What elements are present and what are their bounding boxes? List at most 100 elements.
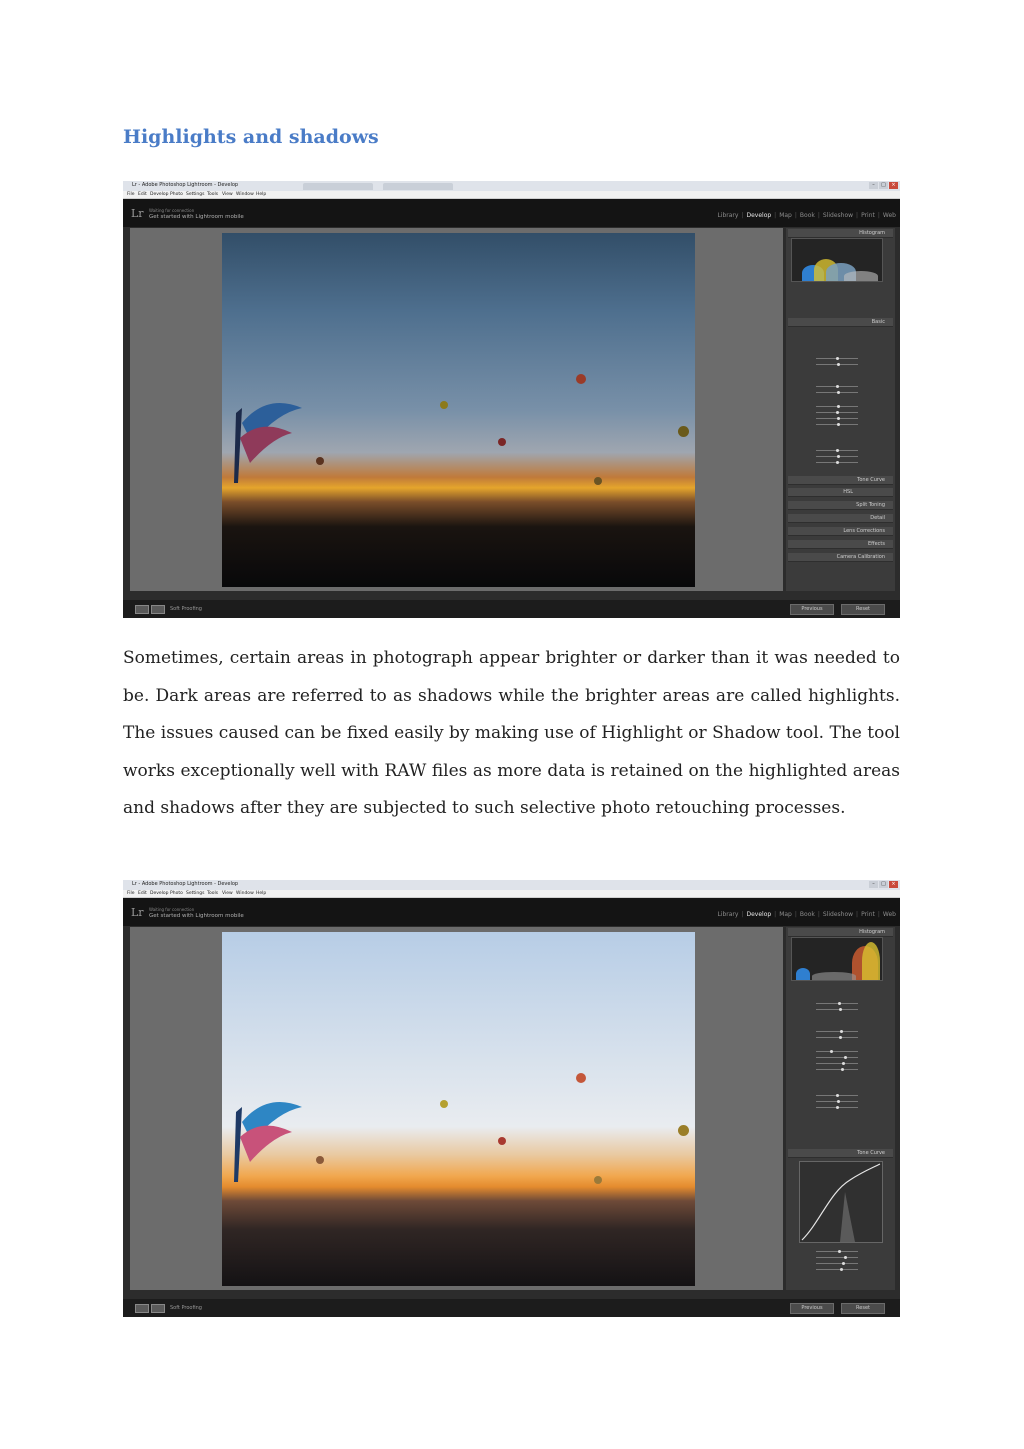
balloon-4	[678, 426, 689, 437]
sunset-photo-adjusted	[222, 932, 695, 1286]
menu-view[interactable]: View	[222, 191, 233, 198]
maximize-icon[interactable]: □	[879, 881, 888, 888]
body-paragraph: Sometimes, certain areas in photograph a…	[123, 648, 900, 818]
loupe-view-icon[interactable]	[135, 605, 149, 614]
previous-button[interactable]: Previous	[790, 604, 834, 615]
mobile-prompt[interactable]: Get started with Lightroom mobile	[149, 913, 244, 919]
photo-workspace	[130, 228, 783, 591]
menu-photo[interactable]: Photo	[170, 890, 183, 897]
balloon-2	[440, 1100, 448, 1108]
module-picker: Library | Develop | Map | Book | Slideshow | Print…	[717, 212, 896, 219]
module-book[interactable]: Book	[800, 212, 815, 219]
effects-panel-header[interactable]: Effects	[788, 540, 893, 549]
tone-curve-line	[801, 1163, 881, 1242]
menu-file[interactable]: File	[127, 890, 135, 897]
menu-develop[interactable]: Develop	[150, 191, 169, 198]
camera-calibration-panel-header[interactable]: Camera Calibration	[788, 553, 893, 562]
module-slideshow[interactable]: Slideshow	[823, 911, 853, 918]
tone-curve-panel-header[interactable]: Tone Curve	[788, 476, 893, 485]
menu-bar: File Edit Develop Photo Settings Tools V…	[123, 890, 900, 898]
hsl-panel-header[interactable]: HSL	[788, 488, 893, 497]
menu-settings[interactable]: Settings	[186, 191, 204, 198]
balloon-3	[498, 438, 506, 446]
module-develop[interactable]: Develop	[746, 212, 771, 219]
soft-proofing-label[interactable]: Soft Proofing	[170, 606, 202, 612]
reset-button[interactable]: Reset	[841, 1303, 885, 1314]
module-library[interactable]: Library	[717, 911, 738, 918]
balloon-1	[576, 1073, 586, 1083]
connection-status: Waiting for connection	[149, 907, 195, 912]
lightroom-screenshot-before: Lr - Adobe Photoshop Lightroom - Develop…	[123, 181, 900, 618]
toolbar-bottom: Soft Proofing Previous Reset	[123, 1299, 900, 1317]
close-icon[interactable]: ×	[889, 881, 898, 888]
module-slideshow[interactable]: Slideshow	[823, 212, 853, 219]
develop-panels: Histogram Tone Curve	[786, 927, 895, 1290]
balloon-4	[678, 1125, 689, 1136]
balloon-3	[498, 1137, 506, 1145]
lightroom-logo: Lr	[131, 906, 144, 919]
soft-proofing-label[interactable]: Soft Proofing	[170, 1305, 202, 1311]
balloon-5	[316, 1156, 324, 1164]
balloon-6	[594, 477, 602, 485]
menu-bar: File Edit Develop Photo Settings Tools V…	[123, 191, 900, 199]
module-develop[interactable]: Develop	[746, 911, 771, 918]
photo-workspace	[130, 927, 783, 1290]
menu-photo[interactable]: Photo	[170, 191, 183, 198]
sunset-photo	[222, 233, 695, 587]
lens-corrections-panel-header[interactable]: Lens Corrections	[788, 527, 893, 536]
maximize-icon[interactable]: □	[879, 182, 888, 189]
basic-panel-header[interactable]: Basic	[788, 318, 893, 327]
toolbar-bottom: Soft Proofing Previous Reset	[123, 600, 900, 618]
reset-button[interactable]: Reset	[841, 604, 885, 615]
module-map[interactable]: Map	[779, 212, 792, 219]
module-web[interactable]: Web	[883, 911, 896, 918]
tone-curve-graph[interactable]	[799, 1161, 883, 1243]
menu-settings[interactable]: Settings	[186, 890, 204, 897]
module-print[interactable]: Print	[861, 212, 875, 219]
tone-curve-panel-header[interactable]: Tone Curve	[788, 1149, 893, 1158]
window-title: Lr - Adobe Photoshop Lightroom - Develop	[132, 881, 239, 887]
histogram	[791, 238, 883, 282]
festival-flags-icon	[234, 403, 302, 483]
module-map[interactable]: Map	[779, 911, 792, 918]
histogram	[791, 937, 883, 981]
menu-view[interactable]: View	[222, 890, 233, 897]
compare-view-icon[interactable]	[151, 1304, 165, 1313]
close-icon[interactable]: ×	[889, 182, 898, 189]
menu-edit[interactable]: Edit	[138, 191, 147, 198]
histogram-panel-header[interactable]: Histogram	[788, 928, 893, 937]
lightroom-logo: Lr	[131, 207, 144, 220]
detail-panel-header[interactable]: Detail	[788, 514, 893, 523]
menu-develop[interactable]: Develop	[150, 890, 169, 897]
menu-edit[interactable]: Edit	[138, 890, 147, 897]
balloon-1	[576, 374, 586, 384]
mobile-prompt[interactable]: Get started with Lightroom mobile	[149, 214, 244, 220]
module-library[interactable]: Library	[717, 212, 738, 219]
identity-plate: Lr Waiting for connection Get started wi…	[123, 199, 900, 227]
menu-file[interactable]: File	[127, 191, 135, 198]
menu-tools[interactable]: Tools	[207, 191, 218, 198]
lightroom-screenshot-after: Lr - Adobe Photoshop Lightroom - Develop…	[123, 880, 900, 1317]
section-heading: Highlights and shadows	[123, 126, 379, 148]
module-picker: Library | Develop | Map | Book | Slideshow | Print…	[717, 911, 896, 918]
minimize-icon[interactable]: –	[869, 182, 878, 189]
histogram-panel-header[interactable]: Histogram	[788, 229, 893, 238]
balloon-2	[440, 401, 448, 409]
module-web[interactable]: Web	[883, 212, 896, 219]
menu-tools[interactable]: Tools	[207, 890, 218, 897]
split-toning-panel-header[interactable]: Split Toning	[788, 501, 893, 510]
menu-help[interactable]: Help	[256, 890, 266, 897]
previous-button[interactable]: Previous	[790, 1303, 834, 1314]
loupe-view-icon[interactable]	[135, 1304, 149, 1313]
balloon-6	[594, 1176, 602, 1184]
menu-window[interactable]: Window	[236, 191, 254, 198]
minimize-icon[interactable]: –	[869, 881, 878, 888]
compare-view-icon[interactable]	[151, 605, 165, 614]
module-print[interactable]: Print	[861, 911, 875, 918]
connection-status: Waiting for connection	[149, 208, 195, 213]
develop-panels: Histogram Basic Tone Curve HSL Split Ton…	[786, 228, 895, 591]
menu-window[interactable]: Window	[236, 890, 254, 897]
module-book[interactable]: Book	[800, 911, 815, 918]
menu-help[interactable]: Help	[256, 191, 266, 198]
identity-plate: Lr Waiting for connection Get started wi…	[123, 898, 900, 926]
